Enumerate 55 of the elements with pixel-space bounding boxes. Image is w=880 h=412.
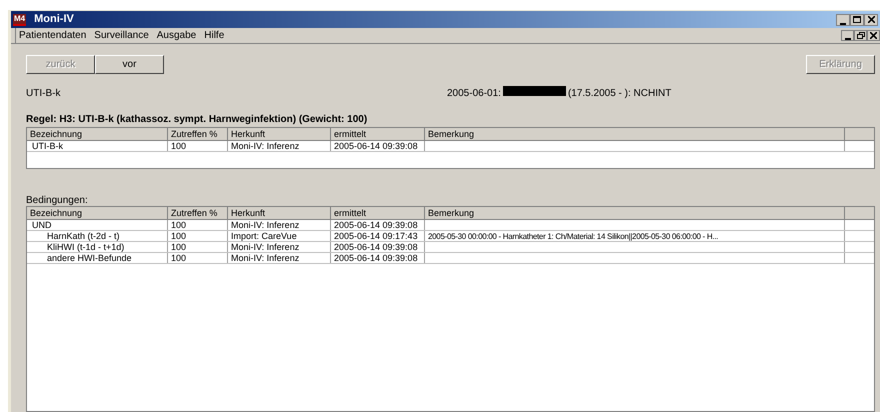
column-header[interactable]: Bemerkung — [425, 128, 845, 140]
conditions-label: Bedingungen: — [26, 194, 89, 206]
column-header[interactable]: Bezeichnung — [27, 207, 168, 219]
table-cell: 2005-06-14 09:39:08 — [334, 220, 418, 230]
table-cell: 2005-06-14 09:39:08 — [334, 242, 418, 252]
patient-info: (17.5.2005 - ): NCHINT — [568, 86, 672, 100]
table-cell: 100 — [171, 253, 186, 263]
close-button[interactable] — [864, 14, 878, 26]
column-header[interactable]: ermittelt — [331, 207, 425, 219]
close-button[interactable] — [867, 30, 880, 41]
table-cell: Moni-IV: Inferenz — [231, 141, 300, 151]
minimize-icon — [844, 38, 850, 40]
patient-date: 2005-06-01: — [447, 86, 501, 100]
table-cell: 100 — [171, 242, 186, 252]
column-header[interactable]: Bemerkung — [425, 207, 845, 219]
table-cell: Import: CareVue — [231, 231, 297, 241]
column-header[interactable]: ermittelt — [331, 128, 425, 140]
column-header[interactable]: Zutreffen % — [168, 128, 228, 140]
minimize-button[interactable] — [841, 30, 854, 41]
table-cell: 100 — [171, 231, 186, 241]
close-icon — [870, 32, 877, 39]
column-header[interactable]: Herkunft — [228, 128, 331, 140]
window-title: Moni-IV — [34, 12, 74, 28]
menu-item[interactable]: Patientendaten — [19, 28, 86, 43]
table-cell: 100 — [171, 220, 186, 230]
restore-button[interactable] — [854, 30, 867, 41]
table-cell: 2005-06-14 09:17:43 — [334, 231, 418, 241]
table-cell: andere HWI-Befunde — [47, 253, 132, 263]
close-icon — [868, 16, 874, 23]
table-cell: 100 — [171, 141, 186, 151]
restore-icon — [856, 32, 864, 39]
menu-item[interactable]: Hilfe — [204, 28, 224, 43]
column-header[interactable]: Zutreffen % — [168, 207, 228, 219]
table-cell: Moni-IV: Inferenz — [231, 253, 300, 263]
minimize-button[interactable] — [836, 14, 850, 26]
maximize-button[interactable] — [850, 14, 864, 26]
table-cell: Moni-IV: Inferenz — [231, 220, 300, 230]
maximize-icon — [853, 16, 861, 23]
table-cell: 2005-06-14 09:39:08 — [334, 253, 418, 263]
table-cell: 2005-06-14 09:39:08 — [334, 141, 418, 151]
menu-item[interactable]: Surveillance — [94, 28, 149, 43]
forward-button[interactable]: vor — [95, 55, 164, 74]
app-logo-icon: M4 — [13, 14, 26, 26]
table-cell: 2005-05-30 00:00:00 - Harnkatheter 1: Ch/Material: 14 Silikon||2005-05-30 06:00:00 - H... — [428, 232, 718, 241]
table-cell: HarnKath (t-2d - t) — [47, 231, 120, 241]
minimize-icon — [840, 22, 846, 24]
subject-label: UTI-B-k — [26, 86, 62, 100]
column-header[interactable]: Bezeichnung — [27, 128, 168, 140]
rule-title: Regel: H3: UTI-B-k (kathassoz. sympt. Harnweginfektion) (Gewicht: 100) — [26, 113, 368, 125]
column-header[interactable]: Herkunft — [228, 207, 331, 219]
menu-item[interactable]: Ausgabe — [156, 28, 196, 43]
table-cell: UND — [32, 220, 52, 230]
table-cell: KliHWI (t-1d - t+1d) — [47, 242, 124, 252]
table-cell: Moni-IV: Inferenz — [231, 242, 300, 252]
table-cell: UTI-B-k — [32, 141, 63, 151]
